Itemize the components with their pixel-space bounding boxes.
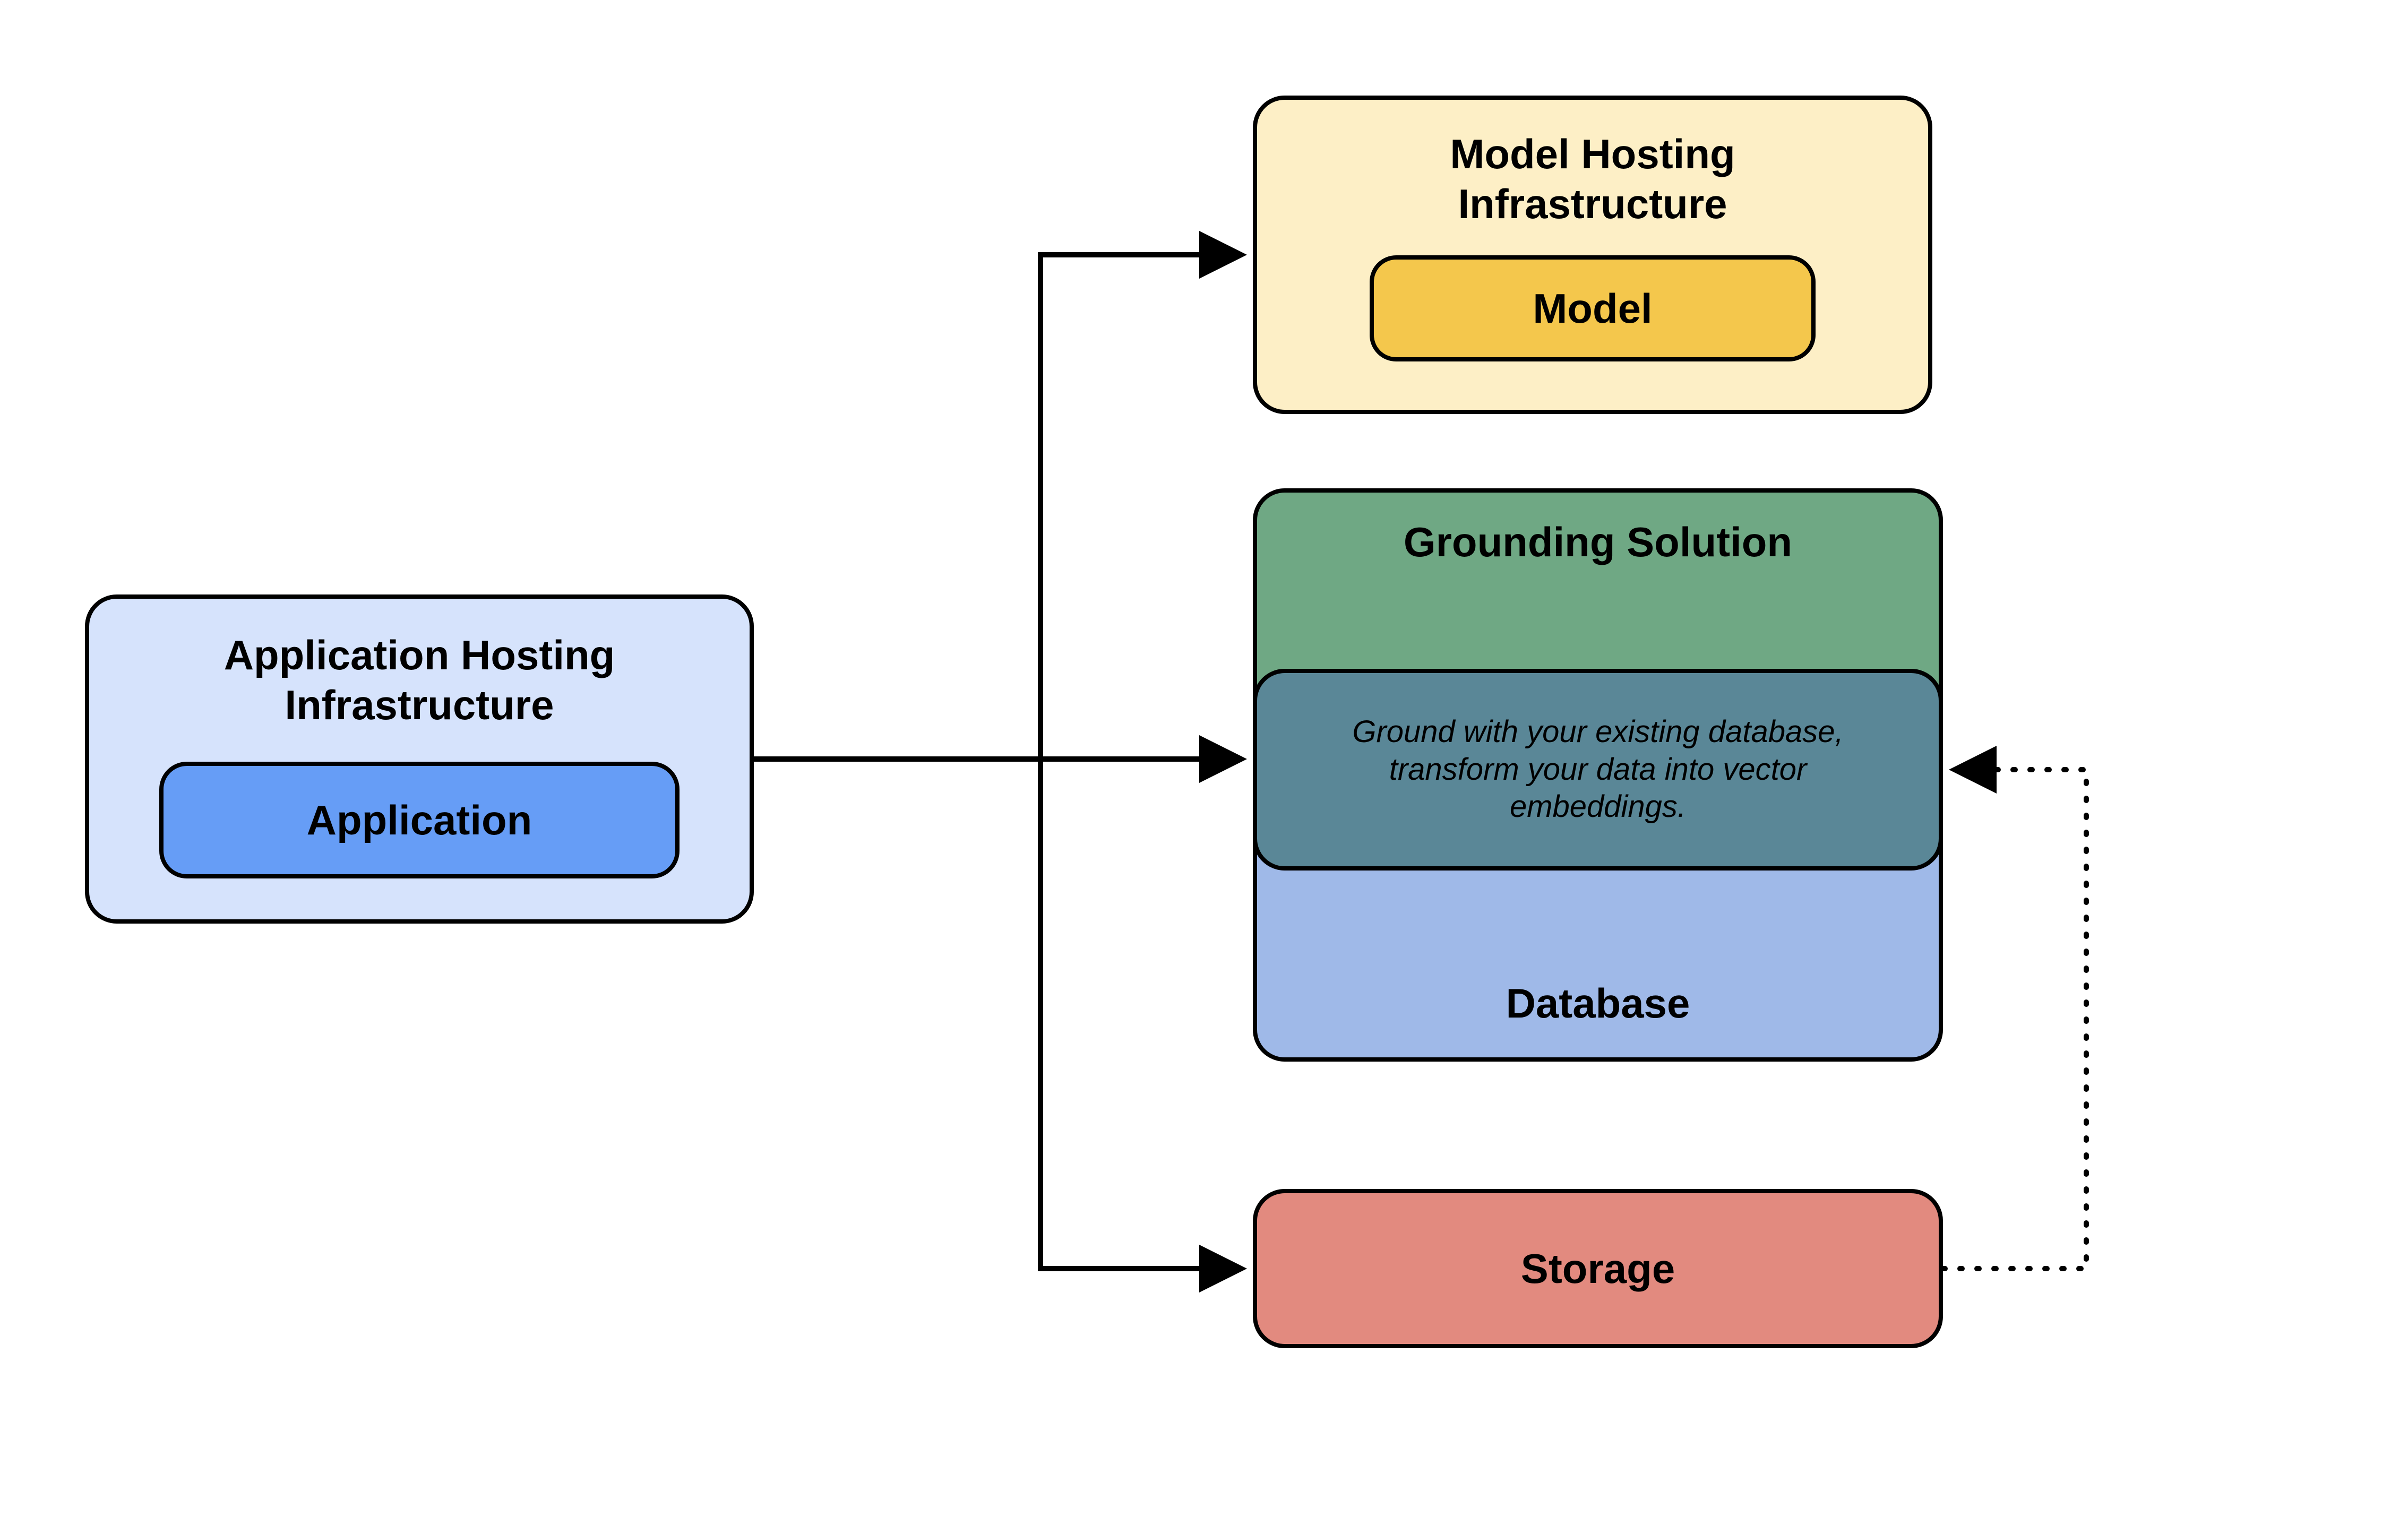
node-model: Model bbox=[1370, 255, 1816, 361]
node-application: Application bbox=[159, 762, 680, 878]
node-app-host: Application HostingInfrastructure Applic… bbox=[85, 594, 754, 924]
overlap-text: Ground with your existing database, tran… bbox=[1300, 713, 1896, 826]
node-storage: Storage bbox=[1253, 1189, 1943, 1348]
diagram-canvas: Application HostingInfrastructure Applic… bbox=[0, 0, 2408, 1534]
edge-app-to-storage bbox=[754, 759, 1242, 1269]
node-grounding-database-overlap: Ground with your existing database, tran… bbox=[1253, 669, 1943, 871]
edge-app-to-model bbox=[754, 255, 1242, 759]
database-label: Database bbox=[1257, 979, 1939, 1028]
storage-label: Storage bbox=[1521, 1245, 1675, 1293]
grounding-label: Grounding Solution bbox=[1257, 518, 1939, 566]
edge-storage-to-overlap bbox=[1943, 770, 2086, 1269]
model-host-title: Model HostingInfrastructure bbox=[1450, 130, 1735, 229]
node-model-host: Model HostingInfrastructure Model bbox=[1253, 96, 1932, 414]
app-host-title: Application HostingInfrastructure bbox=[224, 631, 615, 730]
